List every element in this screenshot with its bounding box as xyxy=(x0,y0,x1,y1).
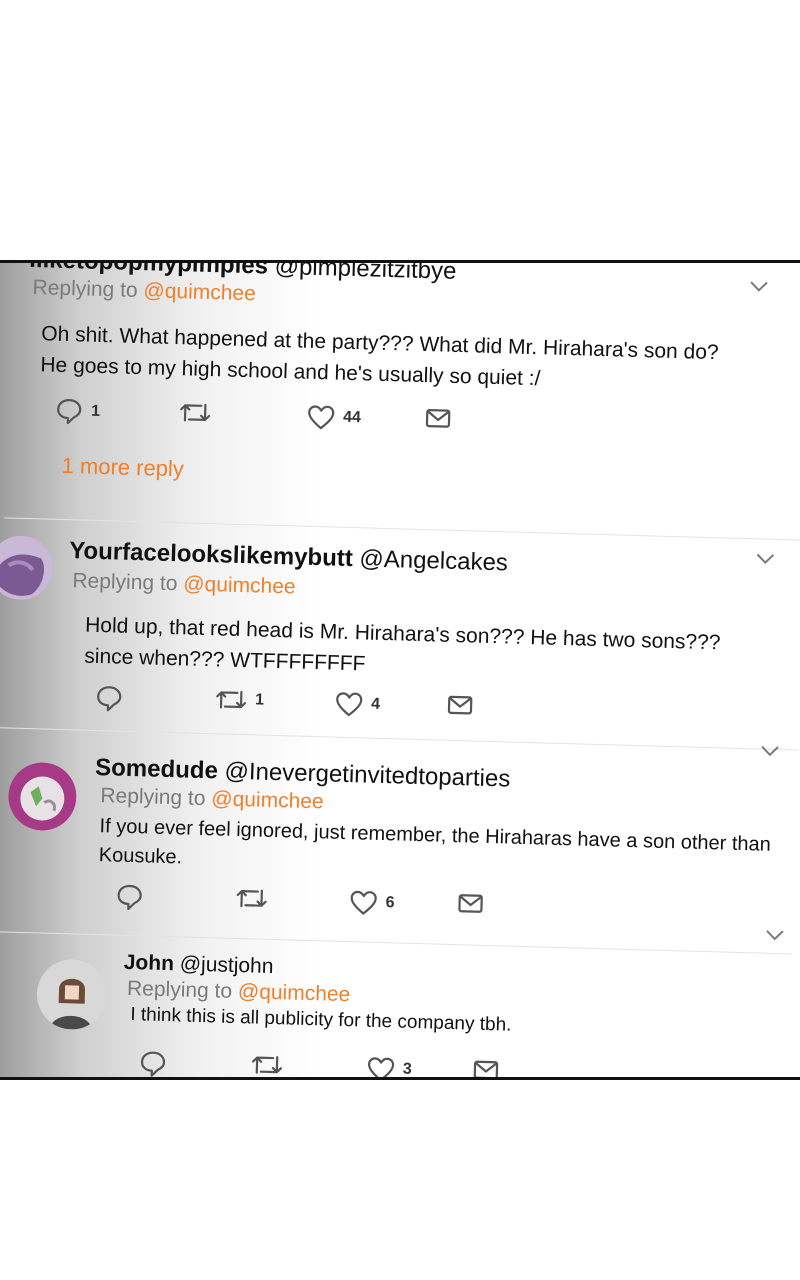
tweet-text: I think this is all publicity for the co… xyxy=(130,1001,512,1040)
like-count: 6 xyxy=(385,894,395,912)
retweet-arrows-icon xyxy=(251,1056,283,1074)
chevron-down-icon[interactable] xyxy=(760,745,780,758)
reply-count: 1 xyxy=(90,402,101,420)
like-action[interactable]: 44 xyxy=(307,404,362,431)
avatar-image xyxy=(36,959,107,1030)
display-name[interactable]: John xyxy=(123,951,174,975)
heart-icon xyxy=(336,692,363,717)
speech-bubble-icon xyxy=(97,686,122,712)
retweet-arrows-icon xyxy=(216,690,247,709)
retweet-action[interactable] xyxy=(251,1052,292,1077)
speech-bubble-icon xyxy=(57,399,82,425)
replying-to-label: Replying to xyxy=(126,976,233,1003)
retweet-arrows-icon xyxy=(236,889,267,908)
user-handle[interactable]: @Inevergetinvitedtoparties xyxy=(224,758,511,793)
display-name[interactable]: Somedude xyxy=(95,754,218,784)
replying-to-line: Replying to @quimchee xyxy=(32,276,256,306)
avatar[interactable] xyxy=(0,535,54,601)
tweet-actions: 3 xyxy=(138,1049,519,1078)
replying-to-line: Replying to @quimchee xyxy=(72,569,296,599)
more-replies-link[interactable]: 1 more reply xyxy=(61,453,184,482)
like-action[interactable]: 6 xyxy=(349,889,395,916)
avatar-image xyxy=(8,762,77,831)
replying-to-label: Replying to xyxy=(100,784,206,811)
envelope-icon xyxy=(458,894,483,913)
tweet-card: Somedude @Inevergetinvitedtoparties Repl… xyxy=(0,745,797,949)
tweet-text: Oh shit. What happened at the party??? W… xyxy=(40,318,719,399)
reply-action[interactable] xyxy=(95,684,132,713)
tweet-text-line: I think this is all publicity for the co… xyxy=(130,1004,512,1036)
tweet-actions: 1 44 xyxy=(55,397,476,443)
reply-action[interactable]: 1 xyxy=(55,397,101,426)
like-count: 3 xyxy=(402,1060,413,1078)
reply-action[interactable] xyxy=(139,1049,176,1077)
like-count: 4 xyxy=(370,695,381,713)
display-name[interactable]: Yourfacelookslikemybutt xyxy=(69,537,353,572)
retweet-count: 1 xyxy=(254,691,265,709)
heart-icon xyxy=(350,890,377,915)
tweet-actions: 1 4 xyxy=(95,684,496,729)
retweet-arrows-icon xyxy=(180,403,211,422)
chevron-down-icon[interactable] xyxy=(749,280,769,293)
envelope-icon xyxy=(447,695,473,715)
retweet-action[interactable]: 1 xyxy=(215,687,265,712)
speech-bubble-icon xyxy=(140,1051,166,1077)
replying-to-link[interactable]: @quimchee xyxy=(211,787,324,813)
replying-to-link[interactable]: @quimchee xyxy=(143,279,256,305)
reply-action[interactable] xyxy=(115,883,152,912)
user-handle[interactable]: @Angelcakes xyxy=(359,545,508,576)
comic-panel: Iliketopopmypimples @pimplezitzitbye Rep… xyxy=(0,260,800,1080)
heart-icon xyxy=(367,1057,395,1077)
replying-to-link[interactable]: @quimchee xyxy=(238,980,351,1006)
chevron-down-icon[interactable] xyxy=(765,929,785,942)
chevron-down-icon[interactable] xyxy=(755,552,775,565)
user-handle[interactable]: @justjohn xyxy=(179,952,273,978)
tweet-card: Yourfacelookslikemybutt @Angelcakes Repl… xyxy=(0,531,800,753)
tweet-actions: 6 xyxy=(115,883,496,928)
retweet-action[interactable] xyxy=(179,400,220,425)
tweet-header: John @justjohn xyxy=(123,951,273,979)
like-action[interactable]: 4 xyxy=(335,691,381,718)
avatar-image xyxy=(0,535,53,600)
envelope-icon xyxy=(473,1060,499,1077)
envelope-icon xyxy=(425,409,451,428)
avatar[interactable] xyxy=(7,762,77,832)
speech-bubble-icon xyxy=(117,884,142,911)
replying-to-label: Replying to xyxy=(32,276,138,302)
tweet-card: John @justjohn Replying to @quimchee I t… xyxy=(0,930,792,1078)
direct-message-action[interactable] xyxy=(447,694,474,717)
avatar[interactable] xyxy=(36,958,108,1030)
like-count: 44 xyxy=(342,408,362,427)
tweet-text: If you ever feel ignored, just remember,… xyxy=(98,812,771,889)
replying-to-link[interactable]: @quimchee xyxy=(183,572,296,598)
direct-message-action[interactable] xyxy=(457,892,484,915)
replying-to-label: Replying to xyxy=(72,569,178,596)
retweet-action[interactable] xyxy=(235,886,276,911)
heart-icon xyxy=(308,405,335,430)
tweet-text: Hold up, that red head is Mr. Hirahara's… xyxy=(84,610,721,690)
like-action[interactable]: 3 xyxy=(367,1056,413,1078)
tweet-card: Iliketopopmypimples @pimplezitzitbye Rep… xyxy=(4,263,800,530)
replying-to-line: Replying to @quimchee xyxy=(100,784,324,814)
direct-message-action[interactable] xyxy=(425,407,452,430)
direct-message-action[interactable] xyxy=(473,1059,500,1077)
user-handle[interactable]: @pimplezitzitbye xyxy=(274,263,456,285)
reply-thread: Iliketopopmypimples @pimplezitzitbye Rep… xyxy=(0,263,800,1078)
